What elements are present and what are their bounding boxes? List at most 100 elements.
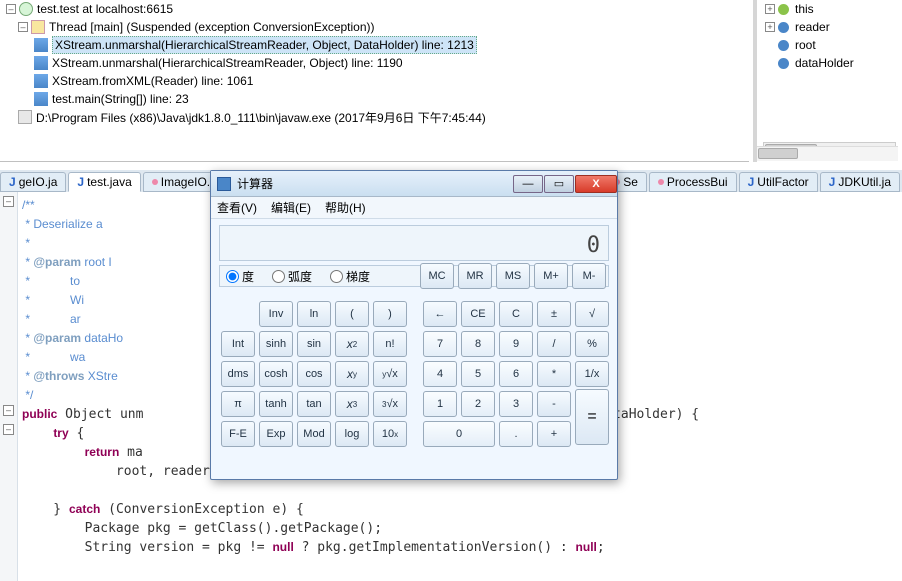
var-row[interactable]: root xyxy=(757,36,902,54)
int-button[interactable]: Int xyxy=(221,331,255,357)
pi-button[interactable]: π xyxy=(221,391,255,417)
mod-button[interactable]: Mod xyxy=(297,421,331,447)
minus-button[interactable]: - xyxy=(537,391,571,417)
digit-4-button[interactable]: 4 xyxy=(423,361,457,387)
editor-tab[interactable]: JgeIO.ja xyxy=(0,172,66,192)
editor-tab[interactable]: ProcessBui xyxy=(649,172,737,192)
expander-icon[interactable]: + xyxy=(765,4,775,14)
plus-button[interactable]: + xyxy=(537,421,571,447)
exp-button[interactable]: Exp xyxy=(259,421,293,447)
var-name: reader xyxy=(795,20,830,34)
tanh-button[interactable]: tanh xyxy=(259,391,293,417)
expander-icon[interactable]: – xyxy=(6,4,16,14)
radio-deg[interactable] xyxy=(226,270,239,283)
digit-9-button[interactable]: 9 xyxy=(499,331,533,357)
equals-button[interactable]: = xyxy=(575,389,609,445)
xcb-button[interactable]: x3 xyxy=(335,391,369,417)
stack-frame[interactable]: XStream.unmarshal(HierarchicalStreamRead… xyxy=(0,36,749,54)
debug-process[interactable]: D:\Program Files (x86)\Java\jdk1.8.0_111… xyxy=(0,108,749,126)
fact-button[interactable]: n! xyxy=(373,331,407,357)
divide-button[interactable]: / xyxy=(537,331,571,357)
lparen-button[interactable]: ( xyxy=(335,301,369,327)
mminus-button[interactable]: M- xyxy=(572,263,606,289)
multiply-button[interactable]: * xyxy=(537,361,571,387)
fe-button[interactable]: F-E xyxy=(221,421,255,447)
editor-tab[interactable]: Jtest.java xyxy=(68,172,140,192)
close-button[interactable]: X xyxy=(575,175,617,193)
sqrt-button[interactable]: √ xyxy=(575,301,609,327)
mr-button[interactable]: MR xyxy=(458,263,492,289)
percent-button[interactable]: % xyxy=(575,331,609,357)
ln-button[interactable]: ln xyxy=(297,301,331,327)
h-scrollbar[interactable] xyxy=(757,146,898,161)
mplus-button[interactable]: M+ xyxy=(534,263,568,289)
angle-mode-row: 度 弧度 梯度 MC MR MS M+ M- xyxy=(219,265,609,287)
var-row[interactable]: + this xyxy=(757,0,902,18)
digit-6-button[interactable]: 6 xyxy=(499,361,533,387)
log-button[interactable]: log xyxy=(335,421,369,447)
minimize-button[interactable]: — xyxy=(513,175,543,193)
editor-tab[interactable]: JJDKUtil.ja xyxy=(820,172,900,192)
radio-rad[interactable] xyxy=(272,270,285,283)
backspace-button[interactable]: ← xyxy=(423,301,457,327)
cuberoot-button[interactable]: 3√x xyxy=(373,391,407,417)
fold-icon[interactable]: – xyxy=(3,196,14,207)
radio-grad[interactable] xyxy=(330,270,343,283)
digit-5-button[interactable]: 5 xyxy=(461,361,495,387)
negate-button[interactable]: ± xyxy=(537,301,571,327)
tenx-button[interactable]: 10x xyxy=(373,421,407,447)
sin-button[interactable]: sin xyxy=(297,331,331,357)
xsq-button[interactable]: x2 xyxy=(335,331,369,357)
digit-7-button[interactable]: 7 xyxy=(423,331,457,357)
cos-button[interactable]: cos xyxy=(297,361,331,387)
menu-view[interactable]: 查看(V) xyxy=(217,199,257,216)
stack-frame[interactable]: test.main(String[]) line: 23 xyxy=(0,90,749,108)
cosh-button[interactable]: cosh xyxy=(259,361,293,387)
calculator-icon xyxy=(217,177,231,191)
stackframe-icon xyxy=(34,38,48,52)
stackframe-icon xyxy=(34,74,48,88)
var-row[interactable]: + reader xyxy=(757,18,902,36)
debug-launch[interactable]: – test.test at localhost:6615 xyxy=(0,0,749,18)
fold-icon[interactable]: – xyxy=(3,424,14,435)
stack-frame[interactable]: XStream.unmarshal(HierarchicalStreamRead… xyxy=(0,54,749,72)
fold-icon[interactable]: – xyxy=(3,405,14,416)
debug-thread[interactable]: – Thread [main] (Suspended (exception Co… xyxy=(0,18,749,36)
mode-rad[interactable]: 弧度 xyxy=(272,268,312,285)
debug-stack-panel: – test.test at localhost:6615 – Thread [… xyxy=(0,0,749,162)
inv-button[interactable]: Inv xyxy=(259,301,293,327)
c-button[interactable]: C xyxy=(499,301,533,327)
rparen-button[interactable]: ) xyxy=(373,301,407,327)
expander-icon[interactable]: – xyxy=(18,22,28,32)
dms-button[interactable]: dms xyxy=(221,361,255,387)
digit-3-button[interactable]: 3 xyxy=(499,391,533,417)
maximize-button[interactable]: ▭ xyxy=(544,175,574,193)
decimal-button[interactable]: . xyxy=(499,421,533,447)
tan-button[interactable]: tan xyxy=(297,391,331,417)
sinh-button[interactable]: sinh xyxy=(259,331,293,357)
stack-frame[interactable]: XStream.fromXML(Reader) line: 1061 xyxy=(0,72,749,90)
ce-button[interactable]: CE xyxy=(461,301,495,327)
mode-grad[interactable]: 梯度 xyxy=(330,268,370,285)
mode-deg[interactable]: 度 xyxy=(226,268,254,285)
var-row[interactable]: dataHolder xyxy=(757,54,902,72)
variables-panel: + this + reader root dataHolder xyxy=(753,0,902,162)
expander-icon[interactable]: + xyxy=(765,22,775,32)
editor-tab[interactable]: JUtilFactor xyxy=(739,172,818,192)
var-this-icon xyxy=(778,4,789,15)
mc-button[interactable]: MC xyxy=(420,263,454,289)
stack-label: XStream.unmarshal(HierarchicalStreamRead… xyxy=(52,36,477,54)
ms-button[interactable]: MS xyxy=(496,263,530,289)
gutter: – – – xyxy=(0,192,18,581)
digit-8-button[interactable]: 8 xyxy=(461,331,495,357)
digit-2-button[interactable]: 2 xyxy=(461,391,495,417)
reciprocal-button[interactable]: 1/x xyxy=(575,361,609,387)
xpy-button[interactable]: xy xyxy=(335,361,369,387)
menu-help[interactable]: 帮助(H) xyxy=(325,199,366,216)
calc-titlebar[interactable]: 计算器 — ▭ X xyxy=(211,171,617,197)
cbrt-button[interactable]: y√x xyxy=(373,361,407,387)
menu-edit[interactable]: 编辑(E) xyxy=(271,199,311,216)
digit-0-button[interactable]: 0 xyxy=(423,421,495,447)
var-local-icon xyxy=(778,58,789,69)
digit-1-button[interactable]: 1 xyxy=(423,391,457,417)
